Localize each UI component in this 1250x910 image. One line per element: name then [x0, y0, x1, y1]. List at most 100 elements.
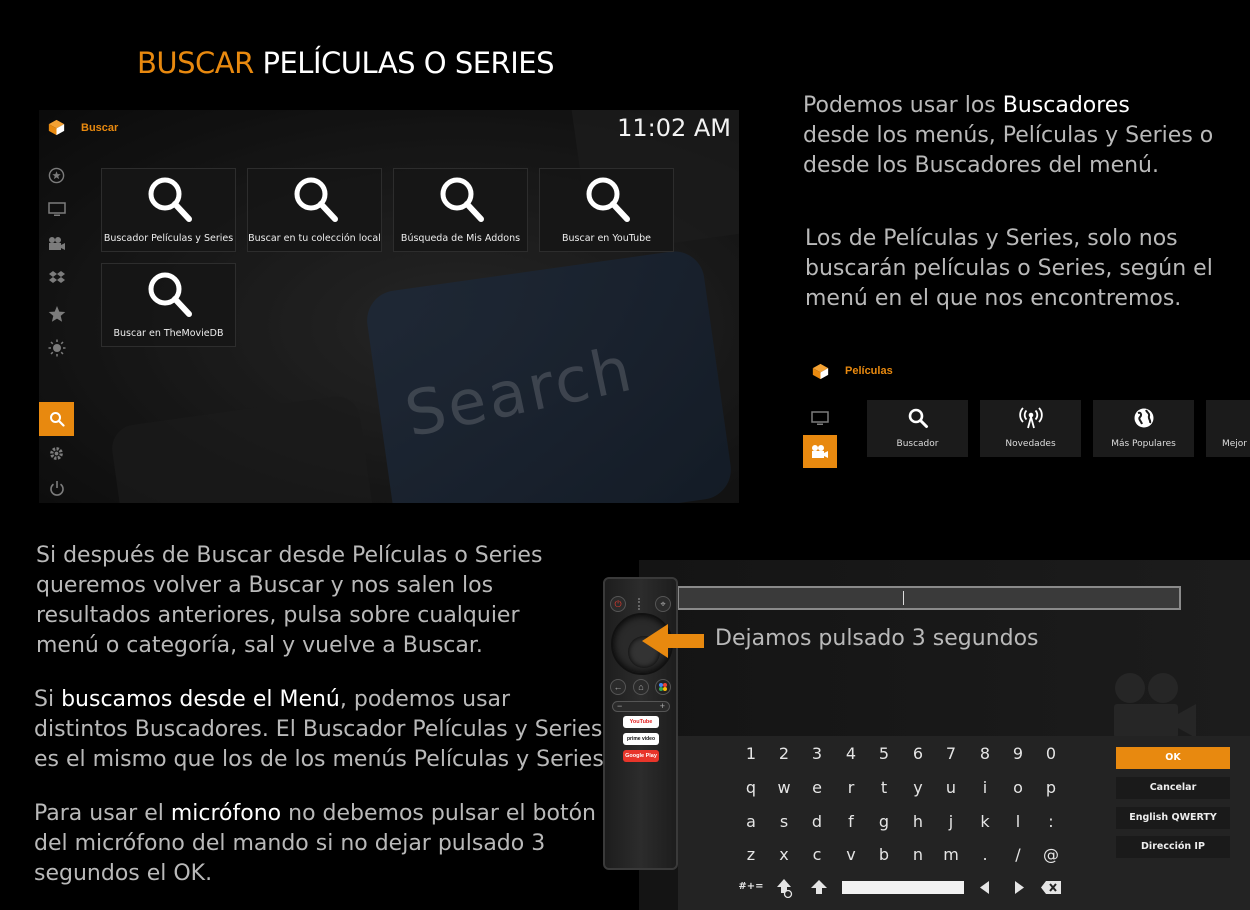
keyboard-key[interactable]: d — [802, 810, 832, 834]
power-icon[interactable] — [47, 478, 66, 497]
keyboard-key[interactable]: z — [736, 843, 766, 867]
star-icon[interactable] — [47, 304, 66, 323]
tile-buscar-coleccion-local[interactable]: Buscar en tu colección local — [247, 168, 382, 252]
keyboard-key[interactable]: 2 — [769, 742, 799, 766]
power-button-icon[interactable]: ⏻ — [610, 596, 626, 612]
menu-tile-label: Buscador — [896, 439, 939, 449]
search-input[interactable] — [677, 586, 1181, 610]
layout-english-qwerty-button[interactable]: English QWERTY — [1116, 807, 1230, 829]
prime-video-button[interactable]: prime video — [623, 733, 659, 745]
search-icon — [294, 177, 338, 222]
left-arrow-key-icon[interactable] — [978, 880, 992, 895]
keyboard-key[interactable]: h — [903, 810, 933, 834]
keyboard-key[interactable]: @ — [1036, 843, 1066, 867]
right-arrow-key-icon[interactable] — [1012, 880, 1026, 895]
keyboard-key[interactable]: a — [736, 810, 766, 834]
movie-camera-icon — [812, 445, 828, 458]
menu-tile-mejor[interactable]: Mejor V — [1206, 400, 1250, 457]
keyboard-key[interactable]: t — [869, 776, 899, 800]
right-paragraph-1: Podemos usar los Buscadores desde los me… — [803, 93, 1214, 178]
keyboard-key[interactable]: l — [1003, 810, 1033, 834]
menu-tile-novedades[interactable]: Novedades — [980, 400, 1081, 457]
globe-icon — [1134, 408, 1153, 428]
keyboard-key[interactable]: y — [903, 776, 933, 800]
keyboard-key[interactable]: 4 — [836, 742, 866, 766]
title-accent: BUSCAR — [137, 46, 254, 80]
tile-label: Buscar en tu colección local — [248, 233, 381, 244]
movie-camera-icon — [1114, 673, 1196, 738]
keyboard-key[interactable]: g — [869, 810, 899, 834]
keyboard-key[interactable]: 9 — [1003, 742, 1033, 766]
keyboard-key[interactable]: 5 — [869, 742, 899, 766]
keyboard-key[interactable]: o — [1003, 776, 1033, 800]
tile-buscador-peliculas-series[interactable]: Buscador Películas y Series — [101, 168, 236, 252]
keyboard-key[interactable]: 1 — [736, 742, 766, 766]
orange-arrow-icon — [642, 624, 704, 658]
title-rest: PELÍCULAS O SERIES — [262, 46, 555, 80]
menu-tile-mas-populares[interactable]: Más Populares — [1093, 400, 1194, 457]
keyboard-key[interactable]: r — [836, 776, 866, 800]
tile-busqueda-mis-addons[interactable]: Búsqueda de Mis Addons — [393, 168, 528, 252]
shift-lock-key-icon[interactable] — [776, 878, 794, 898]
keyboard-key[interactable]: b — [869, 843, 899, 867]
keyboard-key[interactable]: q — [736, 776, 766, 800]
search-icon — [148, 272, 192, 317]
symbols-key[interactable]: #+= — [736, 875, 766, 899]
sun-icon[interactable] — [47, 338, 66, 357]
google-assistant-button-icon[interactable] — [655, 679, 671, 695]
keyboard-key[interactable]: i — [970, 776, 1000, 800]
keyboard-key[interactable]: 7 — [936, 742, 966, 766]
tv-icon[interactable] — [47, 200, 66, 219]
gear-icon[interactable] — [47, 444, 66, 463]
keyboard-key[interactable]: j — [936, 810, 966, 834]
highlight-buscamos-menu: buscamos desde el Menú — [61, 687, 340, 712]
keyboard-key[interactable]: s — [769, 810, 799, 834]
keyboard-key[interactable]: w — [769, 776, 799, 800]
keyboard-key[interactable]: k — [970, 810, 1000, 834]
highlight-microfono: micrófono — [170, 801, 282, 826]
movie-camera-icon[interactable] — [47, 234, 66, 253]
keyboard-key[interactable]: 0 — [1036, 742, 1066, 766]
keyboard-key[interactable]: u — [936, 776, 966, 800]
cancel-button[interactable]: Cancelar — [1116, 777, 1230, 799]
keyboard-key[interactable]: 6 — [903, 742, 933, 766]
menu-tile-buscador[interactable]: Buscador — [867, 400, 968, 457]
dropbox-icon[interactable] — [47, 268, 66, 287]
tile-label: Buscar en YouTube — [562, 233, 651, 244]
youtube-button[interactable]: YouTube — [623, 716, 659, 728]
keyboard-key[interactable]: v — [836, 843, 866, 867]
keyboard-key[interactable]: 3 — [802, 742, 832, 766]
keyboard-key[interactable]: n — [903, 843, 933, 867]
keyboard-key[interactable]: m — [936, 843, 966, 867]
ok-button[interactable]: OK — [1116, 747, 1230, 769]
sidebar-search-active[interactable] — [39, 402, 74, 436]
keyboard-key[interactable]: c — [802, 843, 832, 867]
keyboard-key[interactable]: . — [970, 843, 1000, 867]
keyboard-key[interactable]: 8 — [970, 742, 1000, 766]
star-circle-icon[interactable] — [47, 166, 66, 185]
broadcast-icon — [1018, 407, 1043, 429]
backspace-key-icon[interactable] — [1040, 880, 1062, 895]
keyboard-key[interactable]: / — [1003, 843, 1033, 867]
menu-tile-label: Novedades — [1005, 439, 1056, 449]
tv-icon[interactable] — [811, 411, 829, 426]
ip-address-button[interactable]: Dirección IP — [1116, 836, 1230, 858]
back-button-icon[interactable]: ← — [610, 679, 626, 695]
sidebar-movies-active[interactable] — [803, 435, 837, 468]
home-button-icon[interactable]: ⌂ — [633, 679, 649, 695]
keyboard-key[interactable]: e — [802, 776, 832, 800]
microphone-button-icon[interactable]: ⌖ — [655, 596, 671, 612]
tile-buscar-youtube[interactable]: Buscar en YouTube — [539, 168, 674, 252]
clock: 11:02 AM — [617, 114, 731, 142]
space-key[interactable] — [842, 881, 964, 894]
keyboard-key[interactable]: p — [1036, 776, 1066, 800]
keyboard-key[interactable]: f — [836, 810, 866, 834]
tile-buscar-themoviedb[interactable]: Buscar en TheMovieDB — [101, 263, 236, 347]
text-cursor — [903, 591, 904, 605]
volume-rocker[interactable]: − + — [612, 701, 670, 712]
search-icon — [148, 177, 192, 222]
shift-key-icon[interactable] — [810, 879, 828, 895]
keyboard-key[interactable]: : — [1036, 810, 1066, 834]
google-play-button[interactable]: Google Play — [623, 750, 659, 762]
keyboard-key[interactable]: x — [769, 843, 799, 867]
